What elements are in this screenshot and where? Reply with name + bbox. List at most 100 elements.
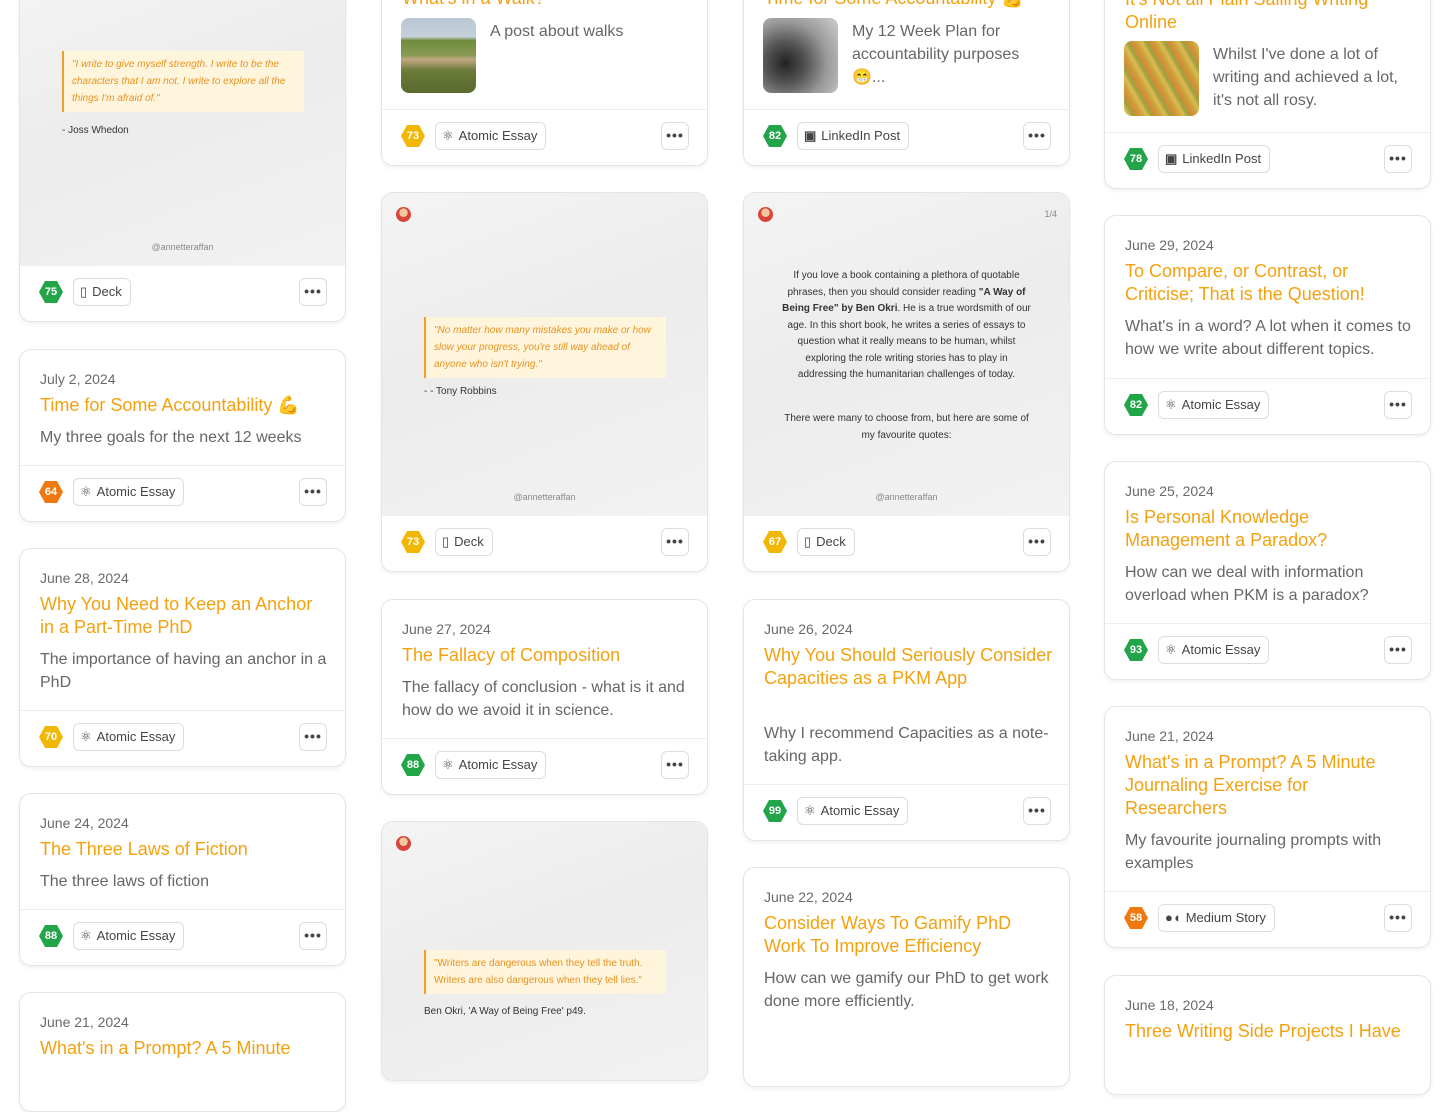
post-title[interactable]: Time for Some Accountability 💪 xyxy=(764,0,1053,10)
post-title[interactable]: Is Personal Knowledge Management a Parad… xyxy=(1125,506,1414,552)
atom-icon: ⚛ xyxy=(1165,642,1177,657)
post-description: Why I recommend Capacities as a note-tak… xyxy=(764,725,1049,765)
post-title[interactable]: To Compare, or Contrast, or Criticise; T… xyxy=(1125,260,1414,306)
more-options-button[interactable]: ••• xyxy=(661,122,689,150)
deck-card[interactable]: 1/4 If you love a book containing a plet… xyxy=(743,192,1070,572)
score-badge: 73 xyxy=(401,531,425,553)
post-card[interactable]: Time for Some Accountability 💪 My 12 Wee… xyxy=(743,0,1070,166)
tag-label: Atomic Essay xyxy=(1181,397,1261,412)
quote-block: "I write to give myself strength. I writ… xyxy=(62,51,304,112)
post-card[interactable]: June 22, 2024 Consider Ways To Gamify Ph… xyxy=(743,867,1070,1087)
card-footer: 93 ⚛ Atomic Essay ••• xyxy=(1105,623,1430,679)
score-badge: 82 xyxy=(763,125,787,147)
more-options-button[interactable]: ••• xyxy=(299,723,327,751)
quote-attribution: - - Tony Robbins xyxy=(424,386,497,397)
deck-slide-preview: "I write to give myself strength. I writ… xyxy=(20,0,345,269)
deck-icon: ▯ xyxy=(442,534,450,549)
content-type-tag[interactable]: ⚛ Atomic Essay xyxy=(435,751,547,779)
deck-slide-preview: "No matter how many mistakes you make or… xyxy=(382,193,707,519)
more-options-button[interactable]: ••• xyxy=(1384,391,1412,419)
post-card[interactable]: June 25, 2024 Is Personal Knowledge Mana… xyxy=(1104,461,1431,680)
more-options-button[interactable]: ••• xyxy=(1384,636,1412,664)
tag-label: Deck xyxy=(816,534,846,549)
tag-label: Atomic Essay xyxy=(96,729,176,744)
content-type-tag[interactable]: ▯ Deck xyxy=(797,528,855,556)
tag-label: Atomic Essay xyxy=(820,803,900,818)
post-card[interactable]: June 24, 2024 The Three Laws of Fiction … xyxy=(19,793,346,966)
content-type-tag[interactable]: ▣ LinkedIn Post xyxy=(797,122,910,150)
more-options-button[interactable]: ••• xyxy=(1384,904,1412,932)
slide-paragraph-text: . He is a true wordsmith of our age. In … xyxy=(787,303,1031,380)
more-options-button[interactable]: ••• xyxy=(299,278,327,306)
content-type-tag[interactable]: ⚛ Atomic Essay xyxy=(1158,636,1270,664)
post-thumbnail xyxy=(401,18,476,93)
post-card[interactable]: June 21, 2024 What's in a Prompt? A 5 Mi… xyxy=(19,992,346,1112)
post-card[interactable]: June 21, 2024 What's in a Prompt? A 5 Mi… xyxy=(1104,706,1431,948)
score-badge: 75 xyxy=(39,281,63,303)
post-description: The fallacy of conclusion - what is it a… xyxy=(402,679,685,719)
more-options-button[interactable]: ••• xyxy=(1384,145,1412,173)
content-type-tag[interactable]: ⚛ Atomic Essay xyxy=(797,797,909,825)
post-card[interactable]: June 18, 2024 Three Writing Side Project… xyxy=(1104,975,1431,1095)
post-card[interactable]: June 28, 2024 Why You Need to Keep an An… xyxy=(19,548,346,767)
post-description: What's in a word? A lot when it comes to… xyxy=(1125,318,1411,358)
post-date: June 24, 2024 xyxy=(40,815,129,831)
tag-label: Atomic Essay xyxy=(458,757,538,772)
content-type-tag[interactable]: ⚛ Atomic Essay xyxy=(73,478,185,506)
post-title[interactable]: What's in a Walk? xyxy=(402,0,691,10)
content-type-tag[interactable]: ⚛ Atomic Essay xyxy=(1158,391,1270,419)
tag-label: Atomic Essay xyxy=(96,928,176,943)
more-options-button[interactable]: ••• xyxy=(661,528,689,556)
post-title[interactable]: Why You Need to Keep an Anchor in a Part… xyxy=(40,593,329,639)
deck-card[interactable]: "I write to give myself strength. I writ… xyxy=(19,0,346,322)
post-title[interactable]: Why You Should Seriously Consider Capaci… xyxy=(764,644,1053,690)
card-footer: 58 ●◖ Medium Story ••• xyxy=(1105,891,1430,947)
more-options-button[interactable]: ••• xyxy=(1023,122,1051,150)
post-card[interactable]: What's in a Walk? A post about walks 73 … xyxy=(381,0,708,166)
content-type-tag[interactable]: ⚛ Atomic Essay xyxy=(435,122,547,150)
more-options-button[interactable]: ••• xyxy=(1023,797,1051,825)
more-options-button[interactable]: ••• xyxy=(299,922,327,950)
post-title[interactable]: It's Not all Plain Sailing Writing Onlin… xyxy=(1125,0,1414,34)
deck-slide-preview: "Writers are dangerous when they tell th… xyxy=(382,822,707,1080)
post-title[interactable]: Time for Some Accountability 💪 xyxy=(40,394,329,417)
post-card[interactable]: June 27, 2024 The Fallacy of Composition… xyxy=(381,599,708,795)
score-badge: 70 xyxy=(39,726,63,748)
content-type-tag[interactable]: ▯ Deck xyxy=(73,278,131,306)
post-title[interactable]: Consider Ways To Gamify PhD Work To Impr… xyxy=(764,912,1053,958)
post-card[interactable]: June 26, 2024 Why You Should Seriously C… xyxy=(743,599,1070,841)
post-description: A post about walks xyxy=(490,23,624,40)
card-footer: 64 ⚛ Atomic Essay ••• xyxy=(20,465,345,521)
more-options-button[interactable]: ••• xyxy=(661,751,689,779)
post-title[interactable]: The Three Laws of Fiction xyxy=(40,838,329,861)
content-type-tag[interactable]: ●◖ Medium Story xyxy=(1158,904,1275,932)
content-type-tag[interactable]: ⚛ Atomic Essay xyxy=(73,723,185,751)
content-type-tag[interactable]: ▯ Deck xyxy=(435,528,493,556)
post-thumbnail xyxy=(1124,41,1199,116)
content-type-tag[interactable]: ⚛ Atomic Essay xyxy=(73,922,185,950)
post-title[interactable]: What's in a Prompt? A 5 Minute xyxy=(40,1037,329,1060)
score-badge: 58 xyxy=(1124,907,1148,929)
score-badge: 88 xyxy=(39,925,63,947)
post-card[interactable]: July 2, 2024 Time for Some Accountabilit… xyxy=(19,349,346,522)
more-options-button[interactable]: ••• xyxy=(1023,528,1051,556)
score-badge: 73 xyxy=(401,125,425,147)
post-date: June 28, 2024 xyxy=(40,570,129,586)
post-title[interactable]: The Fallacy of Composition xyxy=(402,644,691,667)
deck-card[interactable]: "No matter how many mistakes you make or… xyxy=(381,192,708,572)
post-date: June 22, 2024 xyxy=(764,889,853,905)
post-title[interactable]: Three Writing Side Projects I Have xyxy=(1125,1020,1414,1043)
post-card[interactable]: June 29, 2024 To Compare, or Contrast, o… xyxy=(1104,215,1431,435)
more-options-button[interactable]: ••• xyxy=(299,478,327,506)
card-footer: 73 ⚛ Atomic Essay ••• xyxy=(382,109,707,165)
post-title[interactable]: What's in a Prompt? A 5 Minute Journalin… xyxy=(1125,751,1414,820)
atom-icon: ⚛ xyxy=(80,729,92,744)
card-footer: 75 ▯ Deck ••• xyxy=(20,266,345,321)
deck-card[interactable]: "Writers are dangerous when they tell th… xyxy=(381,821,708,1081)
tag-label: Atomic Essay xyxy=(458,128,538,143)
quote-attribution: - Joss Whedon xyxy=(62,125,129,136)
post-card[interactable]: It's Not all Plain Sailing Writing Onlin… xyxy=(1104,0,1431,189)
content-type-tag[interactable]: ▣ LinkedIn Post xyxy=(1158,145,1271,173)
author-avatar xyxy=(758,207,773,222)
slide-paragraph: If you love a book containing a plethora… xyxy=(782,268,1031,384)
